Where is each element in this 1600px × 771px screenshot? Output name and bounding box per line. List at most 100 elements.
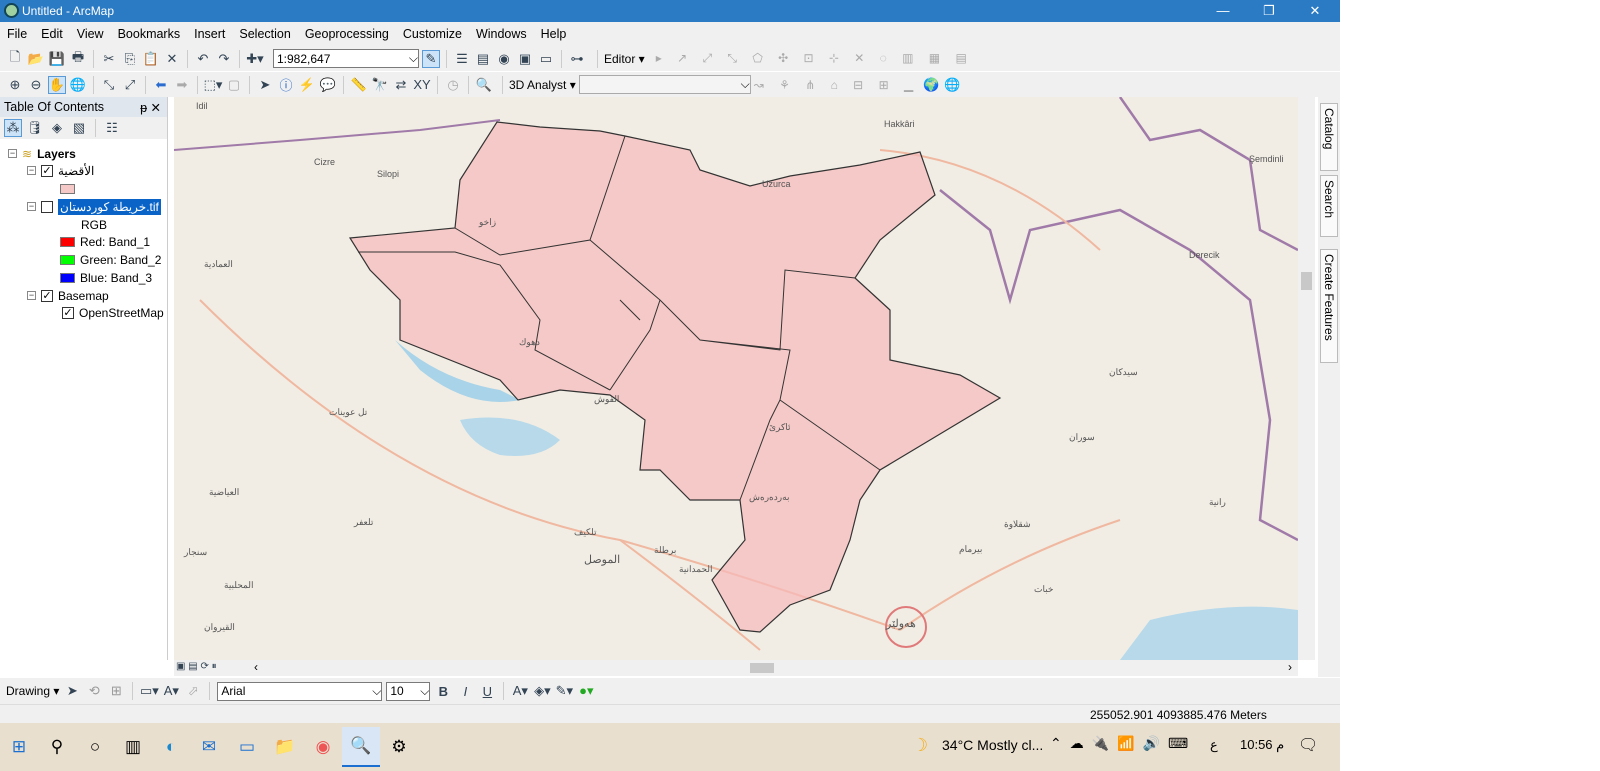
find-icon[interactable]: 🔭 — [371, 76, 389, 94]
scroll-right-icon[interactable]: › — [1288, 660, 1292, 674]
zoom-in-icon[interactable]: ⊕ — [6, 76, 24, 94]
list-by-visibility-icon[interactable]: ◈ — [48, 119, 66, 137]
menu-windows[interactable]: Windows — [469, 27, 534, 41]
open-icon[interactable]: 📂 — [27, 50, 45, 68]
zoom-out-icon[interactable]: ⊖ — [27, 76, 45, 94]
select-elements-icon[interactable]: ➤ — [256, 76, 274, 94]
save-icon[interactable]: 💾 — [48, 50, 66, 68]
arcscene-icon[interactable]: 🌍 — [922, 76, 940, 94]
task-view-icon[interactable]: ▥ — [114, 727, 152, 767]
menu-help[interactable]: Help — [534, 27, 574, 41]
find-route-icon[interactable]: ⇄ — [392, 76, 410, 94]
firefox-icon[interactable]: ◉ — [304, 727, 342, 767]
collapse-layers[interactable]: − — [8, 149, 17, 158]
new-icon[interactable]: 🗋 — [6, 49, 24, 68]
measure-icon[interactable]: 📏 — [350, 76, 368, 94]
identify-icon[interactable]: ⓘ — [277, 76, 295, 94]
collapse-basemap[interactable]: − — [27, 291, 36, 300]
magnifier-icon[interactable]: 🔍 — [475, 76, 493, 94]
bold-icon[interactable]: B — [434, 682, 452, 700]
zoom-to-elements-icon[interactable]: ⊞ — [107, 682, 125, 700]
arcglobe-icon[interactable]: 🌐 — [943, 76, 961, 94]
search-icon[interactable]: ⚲ — [38, 727, 76, 767]
edge-icon[interactable]: ◐ — [152, 727, 190, 767]
options-icon[interactable]: ☷ — [103, 119, 121, 137]
osm-name[interactable]: OpenStreetMap — [79, 306, 164, 320]
layer1-symbol[interactable] — [60, 183, 75, 194]
rectangle-icon[interactable]: ▭▾ — [140, 682, 159, 700]
layers-root[interactable]: Layers — [37, 147, 76, 161]
list-by-drawing-order-icon[interactable]: ⁂ — [4, 119, 22, 137]
time-slider-icon[interactable]: ◷ — [444, 76, 462, 94]
toc-window-icon[interactable]: ☰ — [453, 50, 471, 68]
list-by-selection-icon[interactable]: ▧ — [70, 119, 88, 137]
arctoolbox-icon[interactable]: ▣ — [516, 50, 534, 68]
3d-analyst-layer-select[interactable]: ⌵ — [578, 75, 751, 94]
basemap-name[interactable]: Basemap — [58, 289, 109, 303]
rotate-icon[interactable]: ⟲ — [85, 682, 103, 700]
osm-checkbox[interactable]: ✓ — [62, 306, 74, 319]
3d-analyst-menu[interactable]: 3D Analyst ▾ — [509, 78, 576, 92]
search-tab[interactable]: Search — [1320, 175, 1338, 237]
drawing-menu[interactable]: Drawing ▾ — [6, 684, 59, 698]
minimize-button[interactable]: — — [1200, 0, 1246, 22]
text-icon[interactable]: A▾ — [162, 682, 180, 700]
python-icon[interactable]: ▭ — [537, 50, 555, 68]
menu-insert[interactable]: Insert — [187, 27, 232, 41]
list-by-source-icon[interactable]: 🛢 — [26, 119, 44, 137]
clear-selection-icon[interactable]: ▢ — [225, 76, 243, 94]
fixed-zoom-out-icon[interactable]: ⤢ — [121, 76, 139, 94]
full-extent-icon[interactable]: 🌐 — [69, 76, 87, 94]
map-view[interactable]: Hakkâri Şemdinli Cizre Silopi Derecik Uz… — [174, 97, 1298, 660]
select-elements-icon[interactable]: ➤ — [63, 682, 81, 700]
go-to-xy-icon[interactable]: XY — [413, 76, 431, 94]
start-icon[interactable]: ⊞ — [0, 727, 38, 767]
font-size-select[interactable]: 10 ⌵ — [386, 681, 431, 701]
catalog-tab[interactable]: Catalog — [1320, 103, 1338, 171]
redo-icon[interactable]: ↷ — [215, 50, 233, 68]
edit-vertices-icon[interactable]: ⬀ — [184, 682, 202, 700]
app-icon[interactable]: ⚙ — [380, 727, 418, 767]
menu-bookmarks[interactable]: Bookmarks — [111, 27, 188, 41]
layer2-checkbox[interactable] — [41, 200, 53, 213]
tray-icons[interactable]: ⌃☁🔌📶🔊⌨ — [1050, 735, 1196, 752]
maximize-button[interactable]: ❐ — [1246, 0, 1292, 22]
menu-selection[interactable]: Selection — [232, 27, 297, 41]
back-icon[interactable]: ⬅ — [152, 76, 170, 94]
underline-icon[interactable]: U — [478, 682, 496, 700]
layer2-name[interactable]: خريطة كوردستان.tif — [58, 198, 161, 215]
file-explorer-icon[interactable]: 📁 — [266, 727, 304, 767]
arcmap-taskbar-icon[interactable]: 🔍 — [342, 727, 380, 767]
scale-select[interactable]: 1:982,647 ⌵ — [273, 49, 419, 68]
layer1-name[interactable]: الأقضية — [58, 164, 94, 178]
fill-color-icon[interactable]: ◈▾ — [533, 682, 551, 700]
fixed-zoom-in-icon[interactable]: ⤡ — [100, 76, 118, 94]
line-color-icon[interactable]: ✎▾ — [555, 682, 573, 700]
menu-edit[interactable]: Edit — [34, 27, 70, 41]
scroll-left-icon[interactable]: ‹ — [254, 660, 258, 674]
display-icon[interactable]: ▭ — [228, 727, 266, 767]
weather-text[interactable]: 34°C Mostly cl... — [942, 737, 1043, 753]
copy-icon[interactable]: ⎘ — [121, 50, 139, 68]
font-color-icon[interactable]: A▾ — [511, 682, 529, 700]
cortana-icon[interactable]: ○ — [76, 727, 114, 767]
menu-file[interactable]: File — [0, 27, 34, 41]
create-features-tab[interactable]: Create Features — [1320, 249, 1338, 363]
map-vertical-scrollbar[interactable] — [1298, 97, 1315, 660]
toc-pin-close[interactable]: ᵽ ✕ — [140, 100, 161, 115]
italic-icon[interactable]: I — [456, 682, 474, 700]
forward-icon[interactable]: ➡ — [173, 76, 191, 94]
marker-color-icon[interactable]: ●▾ — [577, 682, 595, 700]
collapse-layer2[interactable]: − — [27, 202, 36, 211]
menu-geoprocessing[interactable]: Geoprocessing — [298, 27, 396, 41]
notifications-icon[interactable]: 🗨 — [1298, 735, 1318, 755]
map-horizontal-scrollbar[interactable]: ▣ ▤ ⟳ ⏸ ‹ › — [174, 660, 1298, 676]
hyperlink-icon[interactable]: ⚡ — [298, 76, 316, 94]
modelbuilder-icon[interactable]: ⊶ — [568, 50, 586, 68]
select-features-icon[interactable]: ⬚▾ — [204, 76, 223, 94]
collapse-layer1[interactable]: − — [27, 166, 36, 175]
language-indicator[interactable]: ع — [1210, 737, 1218, 753]
clock[interactable]: 10:56 م — [1240, 737, 1284, 753]
font-select[interactable]: Arial ⌵ — [217, 681, 383, 701]
layout-view-buttons[interactable]: ▣ ▤ ⟳ ⏸ — [176, 661, 217, 672]
